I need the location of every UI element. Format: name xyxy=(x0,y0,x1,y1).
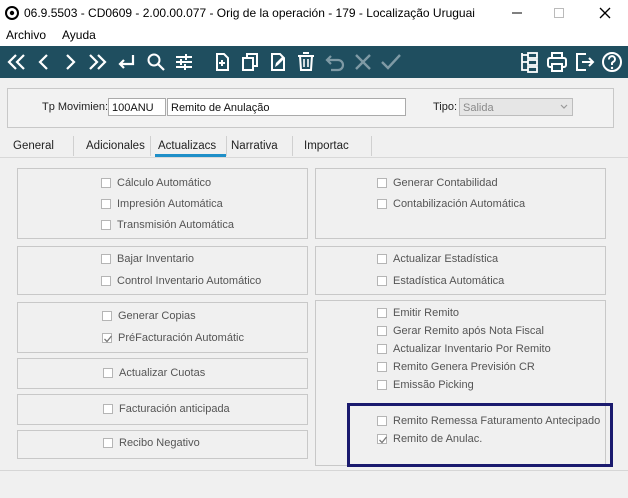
close-button[interactable] xyxy=(582,0,628,26)
checkbox-estadistica-automatica[interactable]: Estadística Automática xyxy=(377,275,504,287)
copy-icon[interactable] xyxy=(238,50,262,74)
maximize-icon xyxy=(554,8,564,18)
window-title: 06.9.5503 - CD0609 - 2.00.00.077 - Orig … xyxy=(24,6,475,20)
checkbox-bajar-inventario[interactable]: Bajar Inventario xyxy=(101,253,194,265)
next-icon[interactable] xyxy=(58,50,82,74)
tp-movimien-code-field[interactable]: 100ANU xyxy=(108,98,166,116)
checkbox-gerar-remito[interactable]: Gerar Remito após Nota Fiscal xyxy=(377,325,544,337)
menu-ayuda[interactable]: Ayuda xyxy=(62,28,96,42)
highlight-box xyxy=(347,403,613,467)
tabs-divider xyxy=(0,157,628,158)
tipo-value: Salida xyxy=(463,102,494,114)
checkbox-contabilizacion-automatica[interactable]: Contabilización Automática xyxy=(377,198,525,210)
checkbox-control-inventario[interactable]: Control Inventario Automático xyxy=(101,275,261,287)
close-icon xyxy=(599,7,611,19)
goto-icon[interactable] xyxy=(114,50,138,74)
tab-adicionales[interactable]: Adicionales xyxy=(86,140,145,152)
tab-separator xyxy=(371,136,372,156)
checkbox-recibo-negativo[interactable]: Recibo Negativo xyxy=(103,437,200,449)
chevron-down-icon xyxy=(560,104,568,109)
minimize-icon xyxy=(512,12,522,14)
previous-icon[interactable] xyxy=(32,50,56,74)
tipo-select[interactable]: Salida xyxy=(459,98,573,116)
confirm-icon[interactable] xyxy=(379,50,403,74)
tipo-label: Tipo: xyxy=(433,101,458,113)
tab-general[interactable]: General xyxy=(13,140,54,152)
status-bar xyxy=(0,470,628,498)
minimize-button[interactable] xyxy=(494,0,540,26)
first-icon[interactable] xyxy=(5,50,29,74)
checkbox-actualizar-inventario-remito[interactable]: Actualizar Inventario Por Remito xyxy=(377,343,551,355)
last-icon[interactable] xyxy=(85,50,109,74)
app-logo-icon xyxy=(5,6,19,20)
checkbox-actualizar-estadistica[interactable]: Actualizar Estadística xyxy=(377,253,498,265)
title-bar: 06.9.5503 - CD0609 - 2.00.00.077 - Orig … xyxy=(0,0,628,26)
tab-narrativa[interactable]: Narrativa xyxy=(231,140,278,152)
tp-movimien-desc-field[interactable]: Remito de Anulação xyxy=(167,98,406,116)
tab-separator xyxy=(150,136,151,156)
tab-separator xyxy=(73,136,74,156)
filter-icon[interactable] xyxy=(172,50,196,74)
toolbar xyxy=(0,46,628,78)
checkbox-remito-genera-prevision[interactable]: Remito Genera Previsión CR xyxy=(377,361,535,373)
tab-bar: General Adicionales Actualizacs Narrativ… xyxy=(0,136,628,158)
checkbox-impresion-automatica[interactable]: Impresión Automática xyxy=(101,198,223,210)
tab-separator xyxy=(226,136,227,156)
checkbox-calculo-automatico[interactable]: Cálculo Automático xyxy=(101,177,211,189)
header-panel: Tp Movimien: 100ANU Remito de Anulação T… xyxy=(7,88,614,128)
exit-icon[interactable] xyxy=(573,50,597,74)
checkbox-prefacturacion[interactable]: PréFacturación Automátic xyxy=(102,332,244,344)
checkbox-emissao-picking[interactable]: Emissão Picking xyxy=(377,379,474,391)
checkbox-generar-contabilidad[interactable]: Generar Contabilidad xyxy=(377,177,498,189)
tab-importac[interactable]: Importac xyxy=(304,140,349,152)
print-icon[interactable] xyxy=(545,50,569,74)
tab-actualizacs[interactable]: Actualizacs xyxy=(158,140,216,152)
cancel-icon[interactable] xyxy=(351,50,375,74)
undo-icon[interactable] xyxy=(323,50,347,74)
check-icon xyxy=(104,335,113,343)
tab-separator xyxy=(292,136,293,156)
delete-icon[interactable] xyxy=(294,50,318,74)
checkbox-facturacion-anticipada[interactable]: Facturación anticipada xyxy=(103,403,230,415)
tp-movimien-label: Tp Movimien: xyxy=(42,101,109,113)
search-icon[interactable] xyxy=(144,50,168,74)
new-icon[interactable] xyxy=(210,50,234,74)
edit-icon[interactable] xyxy=(266,50,290,74)
maximize-button[interactable] xyxy=(536,0,582,26)
checkbox-generar-copias[interactable]: Generar Copias xyxy=(102,310,196,322)
checkbox-emitir-remito[interactable]: Emitir Remito xyxy=(377,307,459,319)
help-icon[interactable] xyxy=(600,50,624,74)
checkbox-actualizar-cuotas[interactable]: Actualizar Cuotas xyxy=(103,367,205,379)
checkbox-transmision-automatica[interactable]: Transmisión Automática xyxy=(101,219,234,231)
menu-bar: Archivo Ayuda xyxy=(0,26,628,46)
menu-archivo[interactable]: Archivo xyxy=(6,28,46,42)
tree-icon[interactable] xyxy=(517,50,541,74)
